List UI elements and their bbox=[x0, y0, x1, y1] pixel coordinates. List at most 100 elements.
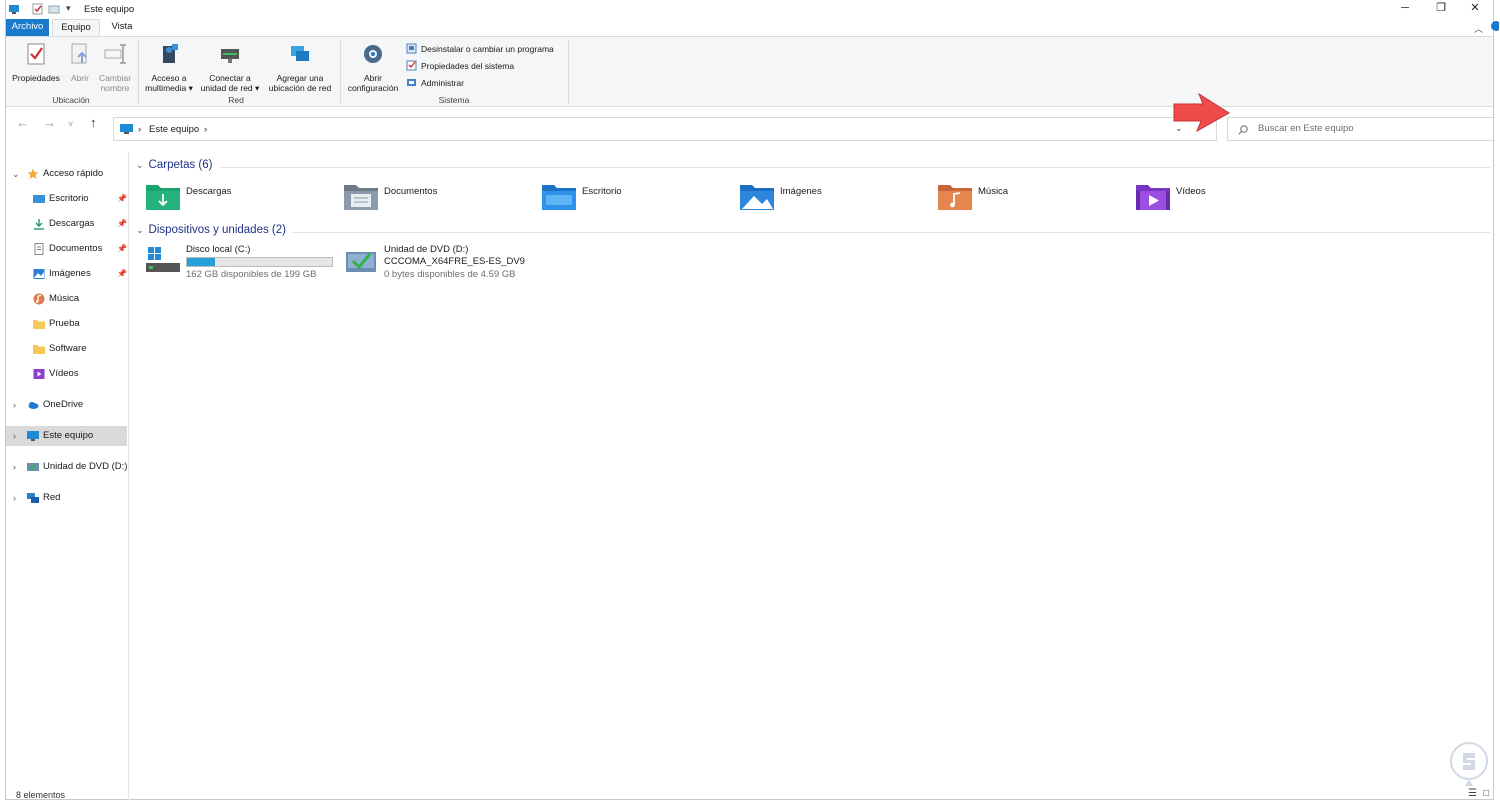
open-settings-button[interactable]: Abrir configuración bbox=[342, 41, 404, 93]
sidebar-label: Escritorio bbox=[49, 193, 89, 204]
sidebar-item-descargas[interactable]: Descargas 📌 bbox=[6, 214, 127, 234]
forward-arrow-icon[interactable]: → bbox=[43, 115, 56, 130]
section-divider bbox=[220, 167, 1490, 168]
sidebar-item-videos[interactable]: Vídeos bbox=[6, 364, 126, 384]
drive-name: Disco local (C:) bbox=[186, 244, 251, 255]
group-sistema-label: Sistema bbox=[438, 95, 470, 105]
chevron-right-icon[interactable]: › bbox=[13, 426, 16, 446]
desktop-folder-icon bbox=[33, 195, 45, 203]
minimize-button[interactable]: ─ bbox=[1387, 0, 1423, 18]
music-folder-icon bbox=[938, 185, 972, 210]
help-icon[interactable] bbox=[1487, 20, 1499, 32]
add-network-location-button[interactable]: Agregar una ubicación de red bbox=[264, 41, 336, 93]
chevron-right-icon[interactable]: › bbox=[13, 488, 16, 508]
group-red-label: Red bbox=[228, 95, 244, 105]
folders-section-header[interactable]: ⌄ Carpetas (6) bbox=[136, 159, 212, 171]
search-input[interactable] bbox=[1256, 122, 1480, 135]
folder-label: Documentos bbox=[384, 186, 438, 197]
system-properties-button[interactable]: Propiedades del sistema bbox=[406, 59, 514, 73]
back-arrow-icon[interactable]: ← bbox=[16, 115, 29, 130]
recent-locations-icon[interactable]: ˅ bbox=[68, 119, 73, 129]
sidebar-item-onedrive[interactable]: › OneDrive bbox=[6, 395, 126, 415]
documents-icon bbox=[34, 243, 44, 255]
chevron-right-icon[interactable]: › bbox=[13, 395, 16, 415]
drive-free-space: 162 GB disponibles de 199 GB bbox=[186, 269, 317, 280]
add-location-label-1: Agregar una bbox=[276, 73, 324, 83]
large-icons-view-icon[interactable]: □ bbox=[1483, 788, 1489, 799]
add-location-label-2: ubicación de red bbox=[268, 83, 332, 93]
quick-access-dropdown-icon[interactable]: ▾ bbox=[66, 3, 71, 14]
chevron-down-icon[interactable]: ⌄ bbox=[136, 225, 144, 235]
sidebar-item-musica[interactable]: Música bbox=[6, 289, 126, 309]
rename-label-1: Cambiar bbox=[98, 73, 132, 83]
sidebar-item-red[interactable]: › Red bbox=[6, 488, 126, 508]
tab-vista[interactable]: Vista bbox=[104, 19, 140, 36]
window-title: Este equipo bbox=[84, 4, 135, 15]
title-bar: ▾ Este equipo ─ ❐ ✕ bbox=[6, 0, 1493, 18]
rename-label-2: nombre bbox=[100, 83, 130, 93]
ribbon-separator bbox=[568, 40, 569, 104]
close-button[interactable]: ✕ bbox=[1457, 0, 1493, 18]
sidebar-item-dvd[interactable]: › Unidad de DVD (D:) C bbox=[6, 457, 128, 477]
map-network-drive-button[interactable]: Conectar a unidad de red ▾ bbox=[198, 41, 262, 93]
properties-check-icon[interactable] bbox=[32, 3, 44, 15]
dvd-drive-icon bbox=[27, 463, 39, 471]
maximize-button[interactable]: ❐ bbox=[1423, 0, 1459, 18]
dvd-drive-icon bbox=[346, 252, 376, 272]
search-box[interactable] bbox=[1227, 117, 1495, 141]
open-settings-label-2: configuración bbox=[347, 83, 399, 93]
rename-button[interactable]: Cambiar nombre bbox=[96, 41, 134, 93]
devices-section-title: Dispositivos y unidades (2) bbox=[148, 224, 286, 236]
sidebar-item-escritorio[interactable]: Escritorio 📌 bbox=[6, 189, 127, 209]
navigation-pane: ⌄ Acceso rápido Escritorio 📌 Descargas 📌… bbox=[6, 152, 129, 800]
sidebar-label: OneDrive bbox=[43, 399, 84, 410]
new-folder-icon[interactable] bbox=[48, 3, 60, 15]
details-view-icon[interactable]: ☰ bbox=[1468, 788, 1477, 799]
folder-label: Música bbox=[978, 186, 1009, 197]
download-icon bbox=[34, 219, 44, 230]
chevron-right-icon[interactable]: › bbox=[13, 457, 16, 477]
programs-icon bbox=[406, 43, 417, 54]
downloads-folder-icon bbox=[146, 185, 180, 210]
sidebar-label: Imágenes bbox=[49, 268, 91, 279]
pin-icon[interactable]: 📌 bbox=[117, 214, 127, 234]
sidebar-item-este-equipo[interactable]: › Este equipo bbox=[6, 426, 127, 446]
sidebar-item-software[interactable]: Software bbox=[6, 339, 126, 359]
manage-button[interactable]: Administrar bbox=[406, 76, 464, 90]
pin-icon[interactable]: 📌 bbox=[117, 239, 127, 259]
address-bar[interactable]: › Este equipo › ⌄ bbox=[113, 117, 1217, 141]
properties-button[interactable]: Propiedades bbox=[10, 41, 62, 83]
sidebar-item-acceso-rapido[interactable]: ⌄ Acceso rápido bbox=[6, 164, 126, 184]
ribbon-collapse-icon[interactable]: ︿ bbox=[1474, 22, 1483, 35]
devices-section-header[interactable]: ⌄ Dispositivos y unidades (2) bbox=[136, 224, 286, 236]
breadcrumb-este-equipo[interactable]: Este equipo bbox=[149, 124, 199, 135]
drive-c[interactable]: Disco local (C:) 162 GB disponibles de 1… bbox=[146, 244, 346, 284]
tab-archivo[interactable]: Archivo bbox=[6, 19, 49, 36]
sidebar-item-documentos[interactable]: Documentos 📌 bbox=[6, 239, 127, 259]
pin-icon[interactable]: 📌 bbox=[117, 264, 127, 284]
pin-icon[interactable]: 📌 bbox=[117, 189, 127, 209]
sidebar-label: Acceso rápido bbox=[43, 168, 104, 179]
access-media-button[interactable]: Acceso a multimedia ▾ bbox=[142, 41, 196, 93]
sidebar-item-prueba[interactable]: Prueba bbox=[6, 314, 126, 334]
open-button[interactable]: Abrir bbox=[66, 41, 94, 83]
red-arrow-annotation bbox=[1173, 93, 1230, 133]
drive-d[interactable]: Unidad de DVD (D:) CCCOMA_X64FRE_ES-ES_D… bbox=[344, 244, 544, 284]
tab-equipo[interactable]: Equipo bbox=[52, 19, 100, 36]
computer-icon bbox=[120, 124, 133, 134]
up-arrow-icon[interactable]: ↑ bbox=[90, 115, 97, 130]
sidebar-item-imagenes[interactable]: Imágenes 📌 bbox=[6, 264, 127, 284]
chevron-down-icon[interactable]: ⌄ bbox=[136, 160, 144, 170]
breadcrumb-separator[interactable]: › bbox=[204, 124, 207, 135]
pictures-folder-icon bbox=[740, 185, 774, 210]
chevron-down-icon[interactable]: ⌄ bbox=[12, 164, 20, 184]
drive-name: Unidad de DVD (D:) bbox=[384, 244, 469, 255]
ribbon-separator bbox=[340, 40, 341, 104]
local-disk-icon bbox=[146, 247, 180, 272]
explorer-window: ▾ Este equipo ─ ❐ ✕ Archivo Equipo Vista… bbox=[5, 0, 1499, 800]
uninstall-program-button[interactable]: Desinstalar o cambiar un programa bbox=[406, 42, 554, 56]
properties-label: Propiedades bbox=[12, 73, 60, 83]
folders-section-title: Carpetas (6) bbox=[148, 159, 213, 171]
disk-usage-bar bbox=[186, 257, 333, 267]
documents-folder-icon bbox=[344, 185, 378, 210]
